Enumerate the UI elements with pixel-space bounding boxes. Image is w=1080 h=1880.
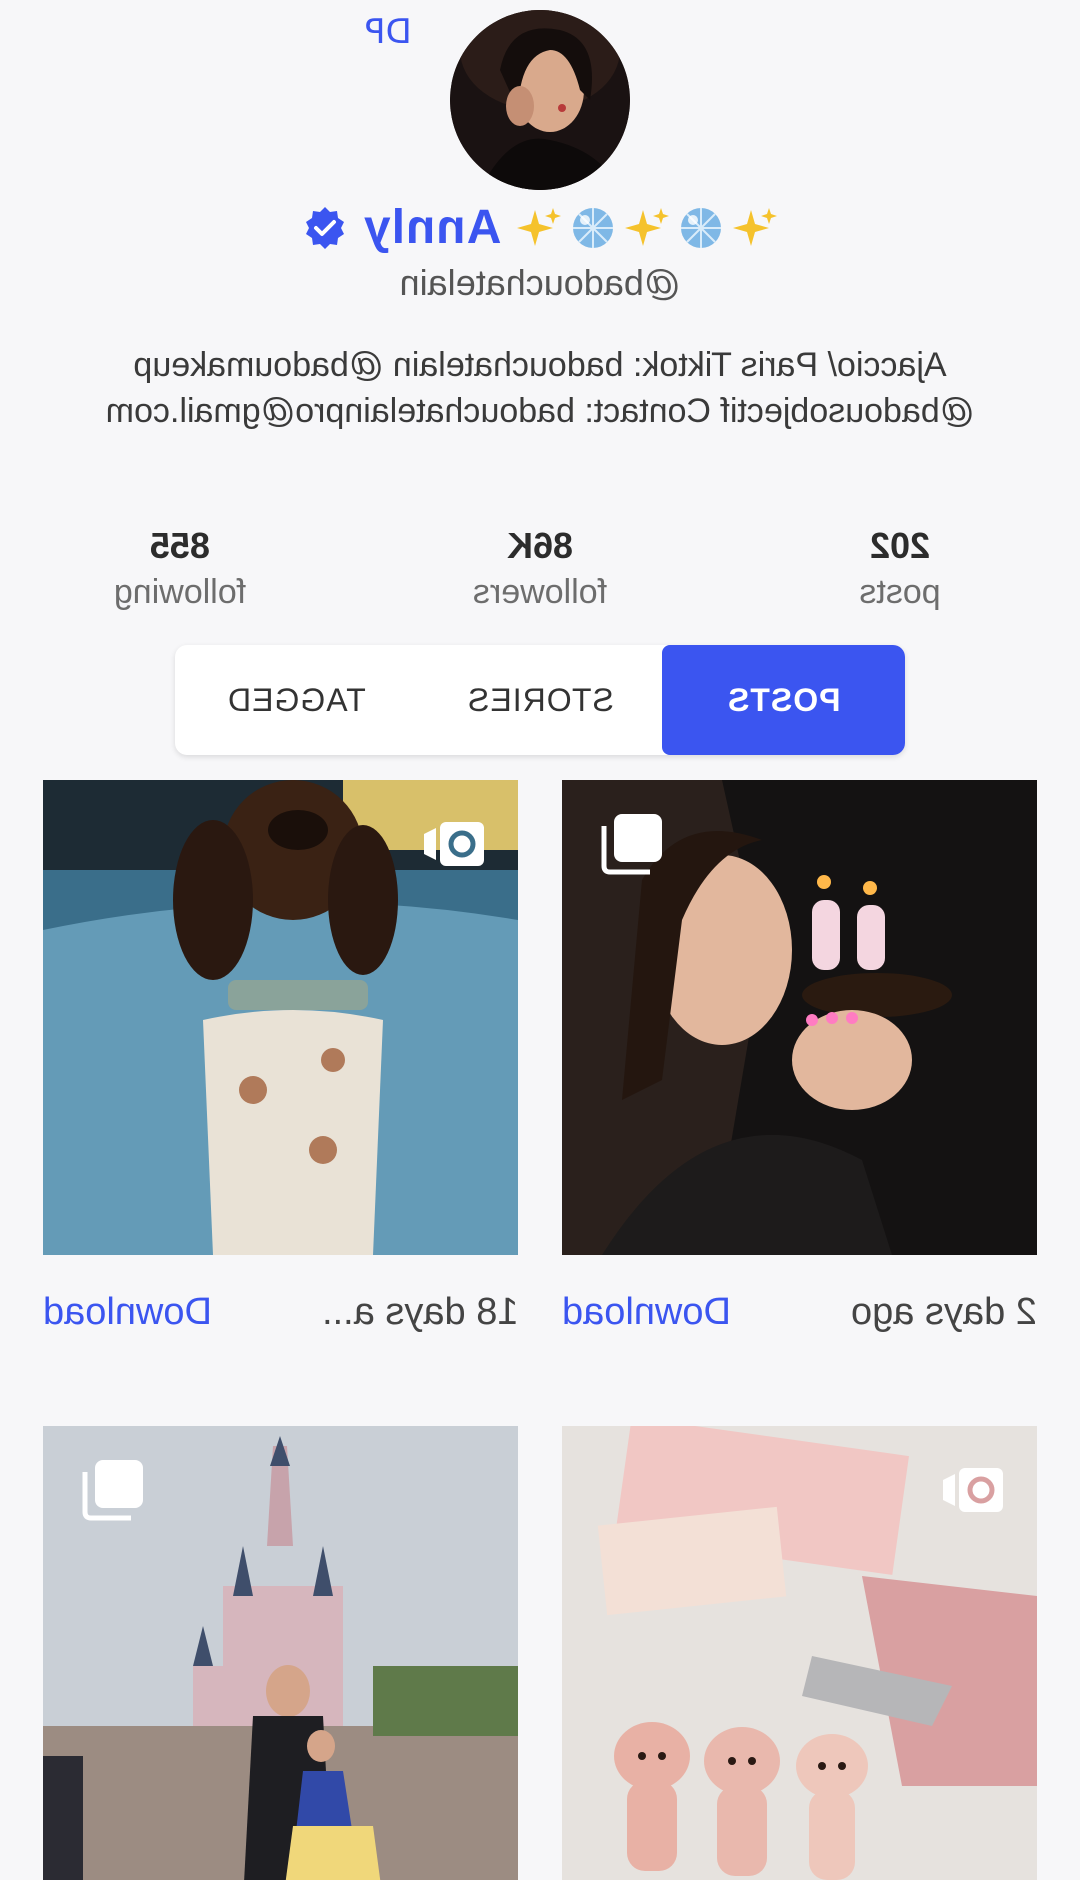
post-thumbnail[interactable] [43,780,518,1255]
stat-label: posts [859,573,941,611]
post-meta: Download 2 days ago [562,1255,1037,1375]
stat-posts[interactable]: 202 posts [720,525,1080,612]
profile-tabs: TAGGED STORIES POSTS [175,645,905,755]
post-thumbnail[interactable] [562,1426,1037,1880]
download-link[interactable]: Download [562,1291,731,1334]
avatar[interactable] [450,10,630,190]
stat-value: 202 [869,525,931,566]
post-card [43,1426,518,1880]
name-row: Annly [0,200,1080,255]
avatar-image [450,10,630,190]
profile-handle[interactable]: @badouchatelain [0,262,1080,304]
multiple-photos-icon [82,1460,143,1521]
tab-label: TAGGED [227,681,367,718]
camera-icon [943,1468,1003,1512]
profile-page: DP Annly @badouchatelain Ajaccio/ Paris … [0,0,1080,1880]
post-card [562,1426,1037,1880]
sparkles-icon [733,207,778,246]
sparkles-icon [625,207,670,246]
stat-value: 86K [506,525,574,566]
stat-label: followers [472,573,608,611]
disco-ball-icon [573,207,614,248]
post-thumbnail[interactable] [562,780,1037,1255]
post-card: Download 18 days a... [43,780,518,1375]
stat-following[interactable]: 855 following [0,525,360,612]
post-date: 18 days a... [321,1291,518,1333]
post-meta: Download 18 days a... [43,1255,518,1375]
verified-badge-icon [301,204,349,252]
tab-posts[interactable]: POSTS [661,645,905,755]
post-card: Download 2 days ago [562,780,1037,1375]
post-thumbnail[interactable] [43,1426,518,1880]
tab-label: POSTS [726,681,841,718]
dp-label[interactable]: DP [365,12,412,52]
profile-bio: Ajaccio/ Paris Tiktok: badouchatelain @b… [105,346,975,430]
stat-label: following [113,573,247,611]
sparkles-icon [517,207,562,246]
tab-stories[interactable]: STORIES [418,645,661,755]
profile-name: Annly [362,201,502,254]
tab-tagged[interactable]: TAGGED [175,645,418,755]
disco-ball-icon [681,207,722,248]
stat-value: 855 [149,525,211,566]
tab-label: STORIES [466,681,614,718]
stat-followers[interactable]: 86K followers [360,525,720,612]
multiple-photos-icon [601,814,662,875]
name-emojis [515,204,779,252]
download-link[interactable]: Download [43,1291,212,1334]
stats-row: 855 following 86K followers 202 posts [0,525,1080,612]
camera-icon [424,822,484,866]
post-date: 2 days ago [851,1291,1037,1333]
